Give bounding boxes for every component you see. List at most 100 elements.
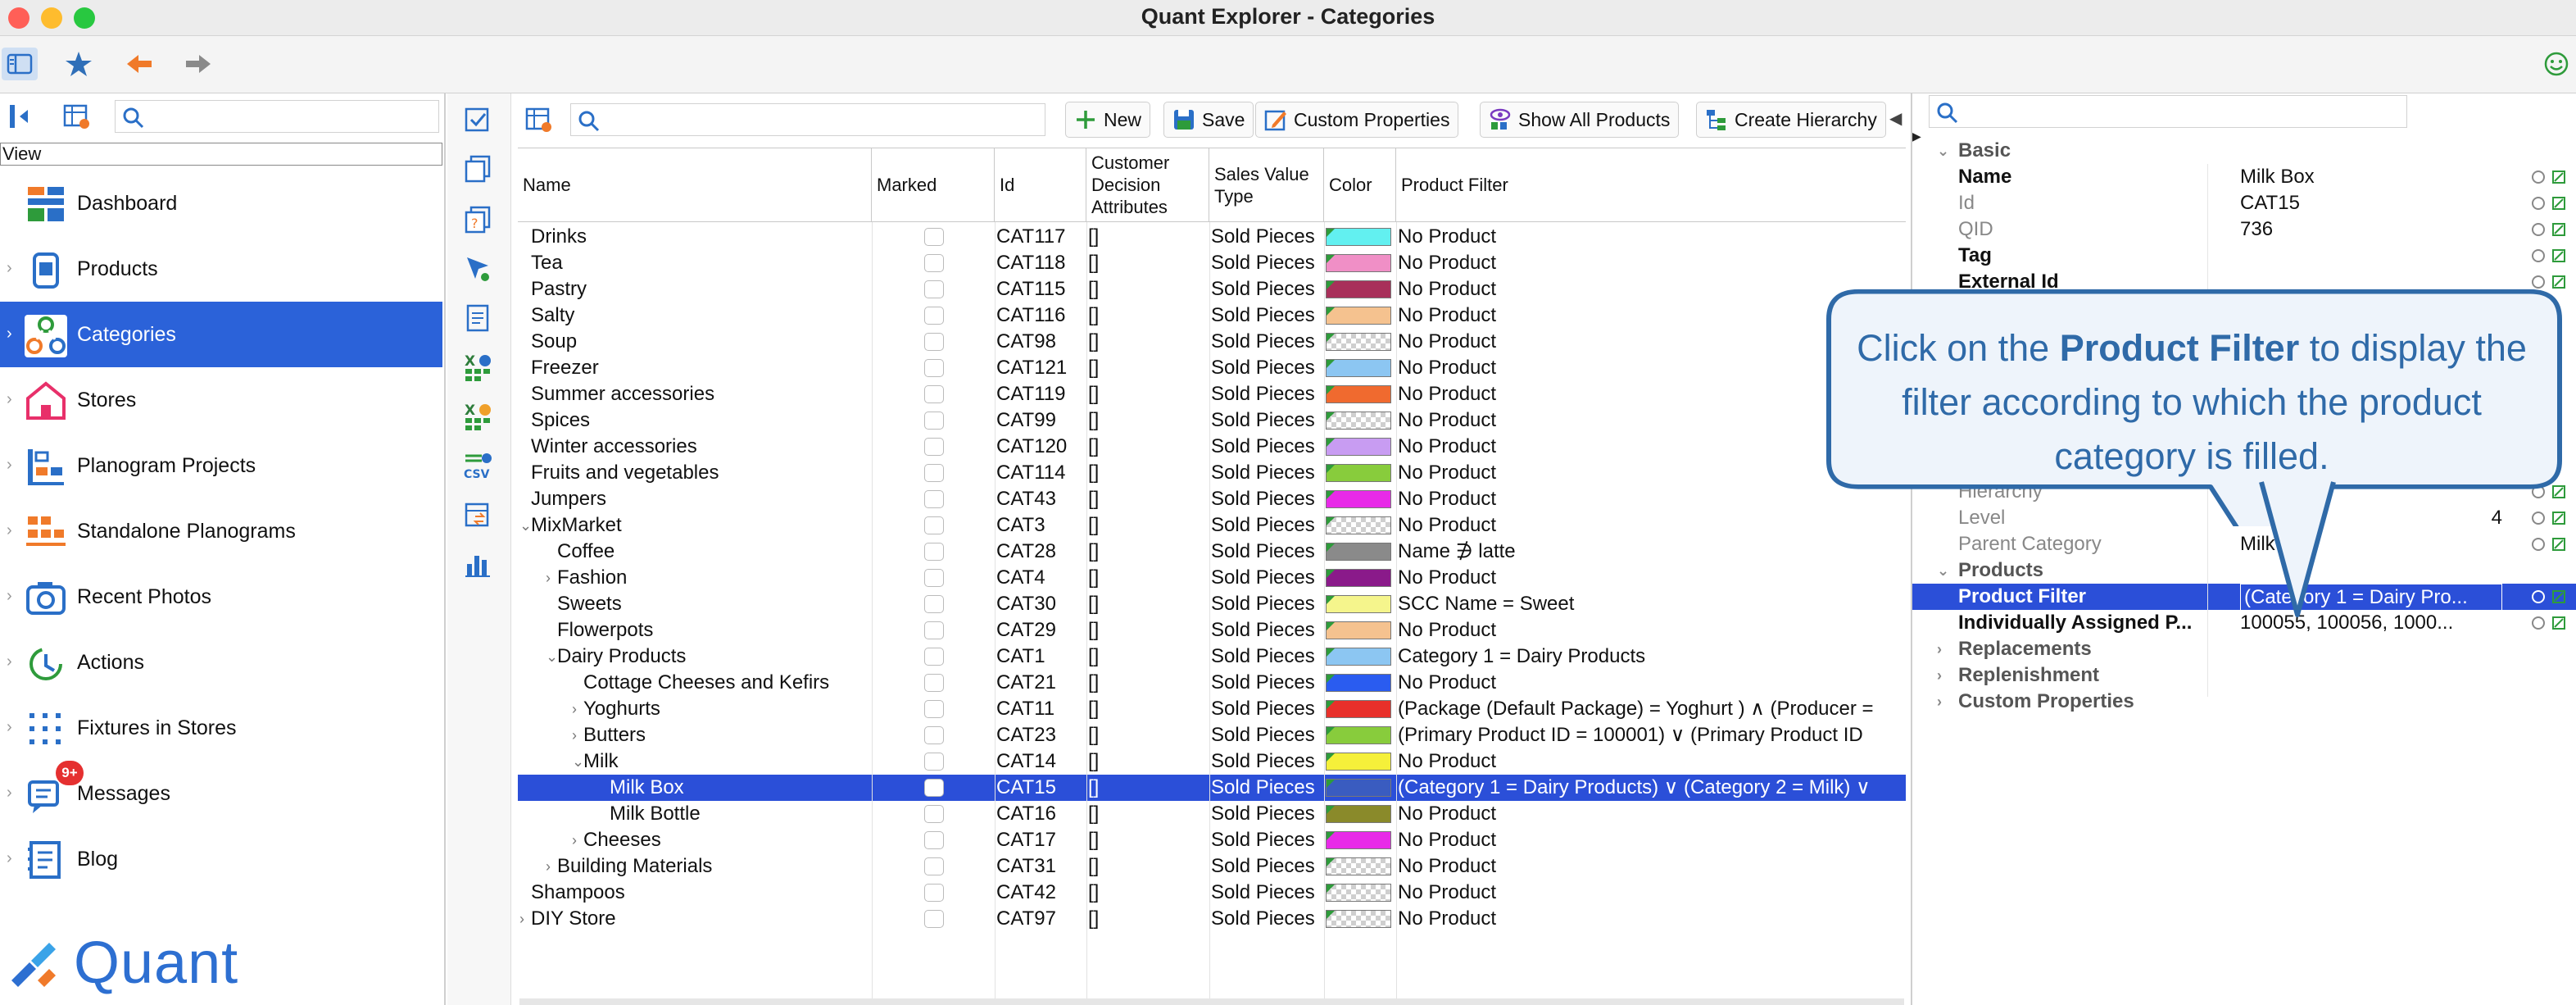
sidebar-item-fixtures-in-stores[interactable]: › Fixtures in Stores — [0, 695, 442, 761]
chevron-right-icon[interactable]: › — [1937, 689, 1942, 715]
navigation-search-input[interactable] — [115, 100, 439, 133]
marked-checkbox[interactable] — [924, 516, 944, 534]
marked-checkbox[interactable] — [924, 359, 944, 377]
marked-checkbox[interactable] — [924, 490, 944, 508]
column-header-product-filter[interactable]: Product Filter — [1396, 148, 1906, 222]
back-arrow-icon[interactable] — [121, 48, 157, 80]
marked-checkbox[interactable] — [924, 857, 944, 875]
table-sync-icon[interactable] — [464, 500, 493, 530]
table-row[interactable]: Fruits and vegetables CAT114 [] Sold Pieces… — [518, 460, 1906, 486]
document-list-icon[interactable] — [464, 303, 493, 333]
chevron-right-icon[interactable]: › — [546, 853, 551, 880]
color-swatch[interactable] — [1326, 516, 1391, 534]
color-swatch[interactable] — [1326, 857, 1391, 875]
collapse-panel-icon[interactable] — [7, 102, 36, 131]
marked-checkbox[interactable] — [924, 753, 944, 771]
chevron-right-icon[interactable]: › — [572, 722, 577, 748]
new-button[interactable]: New — [1065, 102, 1151, 138]
color-swatch[interactable] — [1326, 464, 1391, 482]
color-swatch[interactable] — [1326, 385, 1391, 403]
table-settings-icon[interactable] — [62, 102, 92, 131]
table-row[interactable]: ⌄ Dairy Products CAT1 [] Sold Pieces Category… — [518, 643, 1906, 670]
table-row[interactable]: Drinks CAT117 [] Sold Pieces No Product — [518, 224, 1906, 250]
row-product-filter[interactable]: (Primary Product ID = 100001) ∨ (Primary… — [1398, 722, 1906, 748]
chevron-down-icon[interactable]: ⌄ — [546, 643, 558, 670]
table-settings-icon[interactable] — [524, 105, 554, 134]
chevron-right-icon[interactable]: › — [7, 390, 12, 409]
chevron-right-icon[interactable]: › — [7, 587, 12, 606]
chevron-right-icon[interactable]: › — [7, 718, 12, 737]
chevron-down-icon[interactable]: ⌄ — [1937, 138, 1949, 164]
property-action-icons[interactable] — [2520, 168, 2569, 186]
sidebar-item-stores[interactable]: › Stores — [0, 367, 442, 433]
favorites-star-icon[interactable] — [61, 48, 97, 80]
show-all-products-button[interactable]: Show All Products — [1480, 102, 1680, 138]
chevron-right-icon[interactable]: › — [546, 565, 551, 591]
chevron-right-icon[interactable]: › — [7, 849, 12, 868]
sidebar-item-dashboard[interactable]: Dashboard — [0, 171, 442, 236]
sidebar-item-products[interactable]: › Products — [0, 236, 442, 302]
table-row[interactable]: Milk Box CAT15 [] Sold Pieces (Category 1 = … — [518, 775, 1906, 801]
color-swatch[interactable] — [1326, 569, 1391, 587]
table-row[interactable]: Salty CAT116[] Sold Pieces No Product — [518, 302, 1906, 329]
categories-search-input[interactable] — [570, 103, 1045, 136]
color-swatch[interactable] — [1326, 779, 1391, 797]
column-header-customer-decision-attributes[interactable]: Customer Decision Attributes — [1086, 148, 1209, 222]
marked-checkbox[interactable] — [924, 779, 944, 797]
color-swatch[interactable] — [1326, 254, 1391, 272]
forward-arrow-icon[interactable] — [180, 48, 216, 80]
horizontal-scrollbar[interactable] — [519, 998, 1904, 1005]
marked-checkbox[interactable] — [924, 700, 944, 718]
table-row[interactable]: Flowerpots CAT29 [] Sold Pieces No Product — [518, 617, 1906, 643]
row-product-filter[interactable]: No Product — [1398, 250, 1906, 276]
marked-checkbox[interactable] — [924, 385, 944, 403]
marked-checkbox[interactable] — [924, 831, 944, 849]
color-swatch[interactable] — [1326, 490, 1391, 508]
color-swatch[interactable] — [1326, 726, 1391, 744]
chevron-down-icon[interactable]: ⌄ — [1937, 557, 1949, 584]
table-row[interactable]: › Butters CAT23 [] Sold Pieces (Primary Produ… — [518, 722, 1906, 748]
marked-checkbox[interactable] — [924, 543, 944, 561]
color-swatch[interactable] — [1326, 595, 1391, 613]
column-header-id[interactable]: Id — [995, 148, 1086, 222]
color-swatch[interactable] — [1326, 543, 1391, 561]
sidebar-item-actions[interactable]: › Actions — [0, 630, 442, 695]
save-button[interactable]: Save — [1163, 102, 1254, 138]
color-swatch[interactable] — [1326, 280, 1391, 298]
color-swatch[interactable] — [1326, 438, 1391, 456]
property-row-tag[interactable]: Tag — [1912, 243, 2576, 269]
color-swatch[interactable] — [1326, 333, 1391, 351]
marked-checkbox[interactable] — [924, 884, 944, 902]
table-row[interactable]: Tea CAT118 [] Sold Pieces No Product — [518, 250, 1906, 276]
property-action-icons[interactable] — [2520, 588, 2569, 606]
property-row-qid[interactable]: QID 736 — [1912, 216, 2576, 243]
table-row[interactable]: Soup CAT98[] Sold Pieces No Product — [518, 329, 1906, 355]
color-swatch[interactable] — [1326, 700, 1391, 718]
chevron-right-icon[interactable]: › — [7, 784, 12, 803]
table-row[interactable]: Winter accessories CAT120[] Sold Pieces No … — [518, 434, 1906, 460]
marked-checkbox[interactable] — [924, 254, 944, 272]
table-row[interactable]: ⌄ Milk CAT14 [] Sold Pieces No Product — [518, 748, 1906, 775]
property-value[interactable]: CAT15 — [2240, 190, 2502, 216]
row-product-filter[interactable]: Name ∌ latte — [1398, 539, 1906, 565]
property-row-name[interactable]: Name Milk Box — [1912, 164, 2576, 190]
property-action-icons[interactable] — [2520, 535, 2569, 553]
column-header-marked[interactable]: Marked — [872, 148, 995, 222]
marked-checkbox[interactable] — [924, 438, 944, 456]
property-action-icons[interactable] — [2520, 614, 2569, 632]
color-swatch[interactable] — [1326, 910, 1391, 928]
chevron-down-icon[interactable]: ⌄ — [519, 512, 532, 539]
create-hierarchy-button[interactable]: Create Hierarchy — [1696, 102, 1886, 138]
chevron-right-icon[interactable]: › — [519, 906, 524, 932]
row-product-filter[interactable]: No Product — [1398, 670, 1906, 696]
chevron-down-icon[interactable]: ⌄ — [572, 748, 584, 775]
row-product-filter[interactable]: (Category 1 = Dairy Products) ∨ (Categor… — [1398, 775, 1906, 801]
table-row[interactable]: › Cheeses CAT17 [] Sold Pieces No Product — [518, 827, 1906, 853]
csv-icon[interactable]: CSV — [464, 451, 493, 481]
color-swatch[interactable] — [1326, 831, 1391, 849]
column-header-name[interactable]: Name — [518, 148, 872, 222]
row-product-filter[interactable]: Category 1 = Dairy Products — [1398, 643, 1906, 670]
copy-icon[interactable] — [464, 154, 493, 184]
panel-collapse-arrows[interactable]: ▶ — [1912, 93, 1929, 143]
custom-properties-button[interactable]: Custom Properties — [1255, 102, 1459, 138]
